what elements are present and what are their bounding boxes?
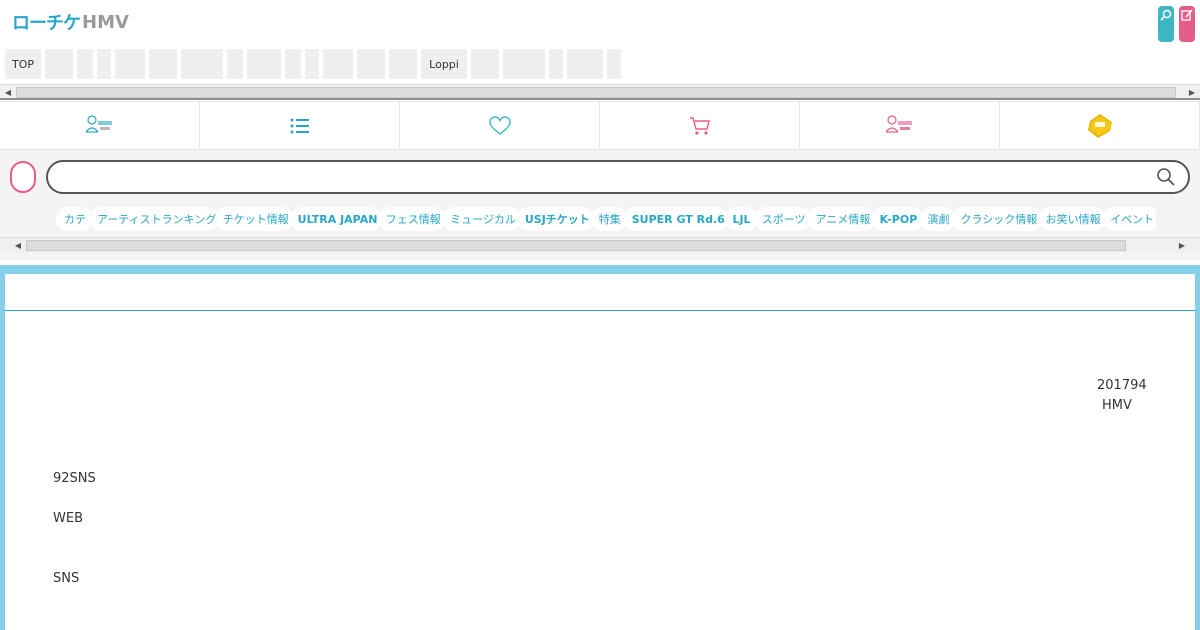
category-nav-item[interactable]: [181, 49, 223, 79]
tag-scrollbar[interactable]: ◀ ▶: [0, 237, 1200, 253]
lochike-hmv-user-icon: [85, 115, 112, 133]
category-nav-item[interactable]: [149, 49, 177, 79]
category-nav-item[interactable]: [227, 49, 243, 79]
scroll-right-arrow-icon[interactable]: ▶: [1184, 85, 1200, 100]
category-nav-item[interactable]: [97, 49, 111, 79]
cart-icon: [689, 117, 710, 135]
article-frame: 201794 HMV 92SNS WEB SNS: [0, 265, 1200, 630]
quick-menu-bar: [0, 101, 1200, 150]
category-nav-item[interactable]: Loppi: [421, 49, 467, 79]
category-nav-scrollbar[interactable]: ◀ ▶: [0, 84, 1200, 100]
category-nav-item[interactable]: [549, 49, 563, 79]
search-submit-button[interactable]: [1156, 167, 1178, 189]
scroll-thumb[interactable]: [26, 240, 1126, 251]
lochike-hmv-member-icon: [885, 115, 912, 133]
header-edit-button[interactable]: [1179, 6, 1195, 42]
category-nav-item[interactable]: [247, 49, 281, 79]
keyword-tag[interactable]: 特集: [590, 207, 628, 231]
scroll-left-arrow-icon[interactable]: ◀: [10, 238, 26, 253]
keyword-tag[interactable]: カテ: [56, 207, 93, 231]
quick-menu-favorite[interactable]: [400, 102, 600, 150]
keyword-tag-list: カテ アーティストランキング チケット情報 ULTRA JAPAN フェス情報 ミュージカ…: [56, 206, 1156, 232]
category-nav-item[interactable]: [503, 49, 545, 79]
category-nav-item[interactable]: [323, 49, 353, 79]
article-author: HMV: [1102, 398, 1132, 413]
category-nav-item[interactable]: [567, 49, 603, 79]
search-icon: [1160, 9, 1172, 21]
article-date: 201794: [1097, 378, 1147, 393]
search-icon: [1157, 168, 1175, 186]
category-nav-item[interactable]: [389, 49, 417, 79]
keyword-tag[interactable]: ミュージカル: [442, 207, 521, 231]
category-nav-item[interactable]: [607, 49, 621, 79]
keyword-tag[interactable]: K-POP: [871, 207, 924, 231]
keyword-tag[interactable]: LJL: [724, 207, 758, 231]
keyword-tag[interactable]: お笑い情報: [1037, 207, 1107, 231]
category-nav-item[interactable]: [285, 49, 301, 79]
article-paragraph: WEB: [53, 511, 83, 526]
keyword-tag[interactable]: USJチケット: [516, 207, 595, 231]
category-nav-item[interactable]: [77, 49, 93, 79]
heart-icon: [488, 116, 511, 135]
logo-main-text: ローチケ: [12, 13, 81, 34]
quick-menu-cart[interactable]: [600, 102, 800, 150]
header-search-button[interactable]: [1158, 6, 1174, 42]
scroll-thumb[interactable]: [16, 87, 1176, 98]
category-nav-item[interactable]: [115, 49, 145, 79]
search-input[interactable]: [46, 160, 1190, 194]
scroll-left-arrow-icon[interactable]: ◀: [0, 85, 16, 100]
keyword-tag[interactable]: イベント: [1102, 207, 1156, 231]
keyword-tag[interactable]: アーティストランキング: [88, 207, 219, 231]
scroll-right-arrow-icon[interactable]: ▶: [1174, 238, 1190, 253]
category-nav-item[interactable]: TOP: [5, 49, 41, 79]
ticket-tag-icon: [1087, 114, 1112, 138]
keyword-tag[interactable]: アニメ情報: [807, 207, 876, 231]
quick-menu-mypage[interactable]: [0, 102, 200, 150]
keyword-tag[interactable]: フェス情報: [377, 207, 447, 231]
list-icon: [290, 118, 309, 134]
logo-sub-text: HMV: [82, 11, 129, 33]
article-card: 201794 HMV 92SNS WEB SNS: [5, 274, 1195, 630]
quick-menu-coupon[interactable]: [1000, 102, 1200, 150]
keyword-tag[interactable]: スポーツ: [753, 207, 812, 231]
keyword-tag[interactable]: SUPER GT Rd.6: [623, 207, 729, 231]
category-nav: TOP Loppi: [0, 48, 1200, 80]
site-logo[interactable]: ローチケ HMV: [12, 10, 129, 35]
category-nav-item[interactable]: [471, 49, 499, 79]
search-mode-toggle[interactable]: [10, 161, 36, 193]
article-header: [5, 274, 1195, 311]
quick-menu-member[interactable]: [800, 102, 1000, 150]
category-nav-item[interactable]: [45, 49, 73, 79]
keyword-tag[interactable]: クラシック情報: [952, 207, 1042, 231]
keyword-tag[interactable]: 演劇: [919, 207, 957, 231]
keyword-tag[interactable]: チケット情報: [214, 207, 294, 231]
category-nav-item[interactable]: [357, 49, 385, 79]
article-paragraph: 92SNS: [53, 471, 96, 486]
keyword-tag[interactable]: ULTRA JAPAN: [289, 207, 382, 231]
edit-icon: [1181, 9, 1193, 21]
category-nav-item[interactable]: [305, 49, 319, 79]
article-paragraph: SNS: [53, 571, 80, 586]
quick-menu-list[interactable]: [200, 102, 400, 150]
site-header: ローチケ HMV: [0, 0, 1200, 44]
